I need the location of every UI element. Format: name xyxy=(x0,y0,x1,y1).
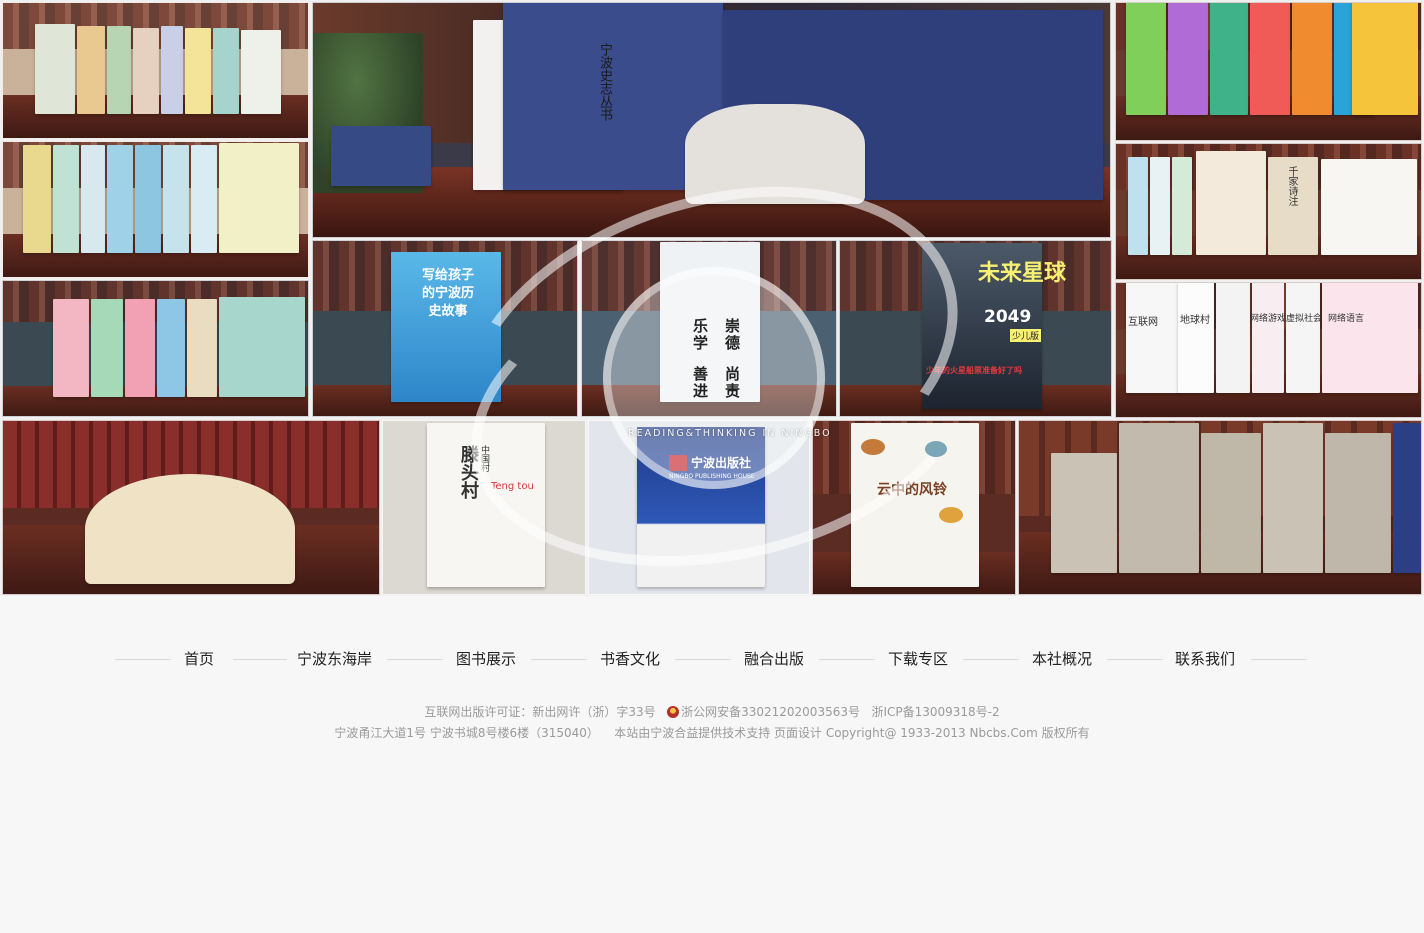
ningbo-history-title: 写给孩子的宁波历史故事 xyxy=(421,268,474,319)
icp-link[interactable]: 浙ICP备13009318号-2 xyxy=(871,705,999,719)
future-edition: 少儿版 xyxy=(1010,329,1042,342)
nav-contact[interactable]: 联系我们 xyxy=(1175,648,1235,669)
photo-linen-hardcover-set[interactable] xyxy=(1018,420,1422,595)
photo-internet-series[interactable]: 互联网 地球村 网络游戏 虚拟社会 网络语言 xyxy=(1115,282,1422,418)
nav-book-showcase[interactable]: 图书展示 xyxy=(456,648,516,669)
slogan-line-4: 善进 xyxy=(691,366,709,400)
slogan-line-1: 崇德 xyxy=(723,318,741,352)
nav-divider xyxy=(963,659,1019,660)
future-planet-title: 未来星球 xyxy=(978,261,1067,286)
photo-colourful-picture-books[interactable] xyxy=(1115,2,1422,141)
nav-downloads[interactable]: 下载专区 xyxy=(888,648,948,669)
slogan-line-2: 尚责 xyxy=(723,366,741,400)
nav-reading-culture[interactable]: 书香文化 xyxy=(600,648,660,669)
cloud-bells-title: 云中的风铃 xyxy=(877,482,947,498)
tengtou-series: 中国村 xyxy=(479,445,489,472)
credits-text: 本站由宁波合益提供技术支持 页面设计 Copyright@ 1933-2013 … xyxy=(614,726,1090,740)
nav-home[interactable]: 首页 xyxy=(184,648,214,669)
photo-pastel-book-set[interactable] xyxy=(2,2,309,139)
license-line: 互联网出版许可证：新出网许（浙）字33号 浙公网安备33021202003563… xyxy=(0,703,1424,720)
photo-publisher-book[interactable]: 宁波出版社 NINGBO PUBLISHING HOUSE xyxy=(588,420,810,595)
future-caption: 少年的火星船票准备好了吗 xyxy=(926,366,1022,375)
poetry-book-title: 千家诗注 xyxy=(1286,166,1297,206)
network-games-title: 网络游戏 xyxy=(1250,314,1287,324)
nav-divider xyxy=(233,659,287,660)
photo-cloud-bells-book[interactable]: 云中的风铃 xyxy=(812,420,1016,595)
photo-thread-bound-classics[interactable]: 宁波史志丛书 xyxy=(312,2,1111,238)
nav-ningbo-east-coast[interactable]: 宁波东海岸 xyxy=(297,648,372,669)
nav-divider xyxy=(1251,659,1307,660)
tengtou-title: 滕头村 xyxy=(458,445,479,499)
police-badge-icon xyxy=(667,706,680,718)
address-line: 宁波甬江大道1号 宁波书城8号楼6楼（315040） 本站由宁波合益提供技术支持… xyxy=(0,724,1424,741)
internet-title: 互联网 xyxy=(1128,317,1158,328)
footer-nav: 首页 宁波东海岸 图书展示 书香文化 融合出版 下载专区 本社概况 联系我们 xyxy=(115,648,1307,670)
photo-ningbo-history-book[interactable]: 写给孩子的宁波历史故事 xyxy=(312,240,578,417)
nav-divider xyxy=(675,659,731,660)
nav-about[interactable]: 本社概况 xyxy=(1032,648,1092,669)
nav-divider xyxy=(819,659,875,660)
future-year: 2049 xyxy=(984,307,1032,327)
nav-divider xyxy=(115,659,171,660)
network-language-title: 网络语言 xyxy=(1328,314,1365,324)
address-text: 宁波甬江大道1号 宁波书城8号楼6楼（315040） xyxy=(334,726,599,740)
slogan-line-3: 乐学 xyxy=(691,318,709,352)
photo-future-planet-book[interactable]: 未来星球 2049 少儿版 少年的火星船票准备好了吗 xyxy=(839,240,1112,417)
publisher-logo-text: 宁波出版社 xyxy=(691,456,752,470)
photo-pastel-series[interactable] xyxy=(2,141,309,278)
tengtou-en: Teng tou xyxy=(491,481,534,492)
publishing-license: 互联网出版许可证：新出网许（浙）字33号 xyxy=(424,705,656,719)
photo-pastel-translations[interactable] xyxy=(2,280,309,417)
nav-divider xyxy=(531,659,587,660)
network-society-title: 虚拟社会 xyxy=(1286,314,1323,324)
geography-title: 地球村 xyxy=(1180,315,1210,326)
photo-tengtou-village-book[interactable]: 中国村 滕头村 Teng tou xyxy=(382,420,586,595)
nav-divider xyxy=(387,659,443,660)
nav-integrated-publishing[interactable]: 融合出版 xyxy=(744,648,804,669)
photo-poetry-box-set[interactable]: 千家诗注 xyxy=(1115,143,1422,280)
book-photo-mosaic: 宁波史志丛书 千家诗注 写给孩子的宁波历史故事 未来星球 2049 少儿版 少年… xyxy=(0,0,1424,596)
reading-thinking-tagline: READING&THINKING IN NINGBO xyxy=(628,428,832,439)
publisher-en: NINGBO PUBLISHING HOUSE xyxy=(669,473,755,480)
photo-open-classic[interactable] xyxy=(2,420,380,595)
police-record-link[interactable]: 浙公网安备33021202003563号 xyxy=(681,705,860,719)
nav-divider xyxy=(1107,659,1163,660)
